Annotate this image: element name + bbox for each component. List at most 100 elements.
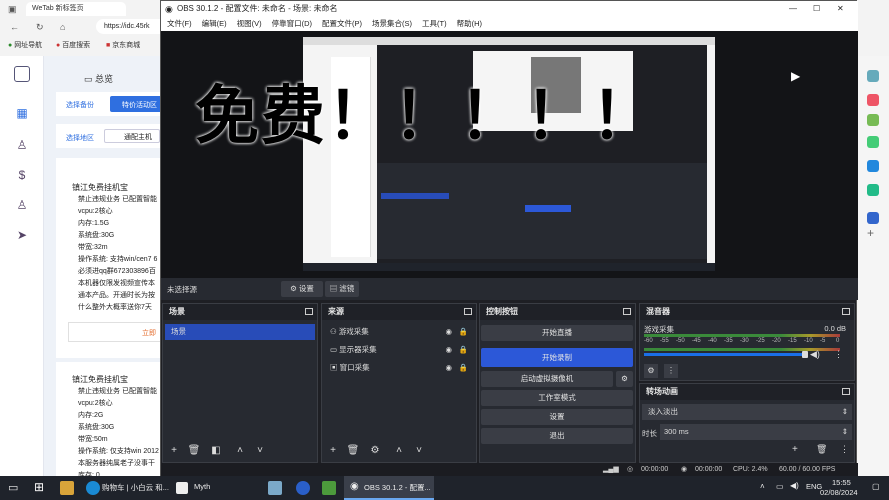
close-icon[interactable]: ✕: [837, 1, 844, 17]
remove-transition-icon[interactable]: 🗑: [816, 444, 827, 455]
clock-time[interactable]: 15:55: [832, 478, 851, 487]
visibility-eye-icon[interactable]: ◉: [445, 342, 452, 358]
move-up-icon[interactable]: ˄: [392, 444, 406, 458]
back-icon[interactable]: ←: [10, 22, 19, 32]
visibility-eye-icon[interactable]: ◉: [445, 360, 452, 376]
visibility-eye-icon[interactable]: ◉: [445, 324, 452, 340]
add-icon[interactable]: +: [867, 226, 874, 240]
add-transition-icon[interactable]: +: [792, 444, 798, 455]
tray-chevron-icon[interactable]: ˄: [760, 482, 765, 491]
network-icon[interactable]: ▭: [776, 482, 784, 491]
user-icon[interactable]: ♙: [14, 138, 30, 154]
user-add-icon[interactable]: ♙: [14, 198, 30, 214]
obs-preview[interactable]: 免费！！！！！ ▶: [161, 31, 858, 278]
menu-profile[interactable]: 配置文件(P): [322, 19, 362, 28]
panel-icon[interactable]: [867, 184, 879, 196]
clock-date[interactable]: 02/08/2024: [820, 488, 858, 497]
menu-view[interactable]: 视图(V): [237, 19, 262, 28]
volume-icon[interactable]: ◀): [790, 481, 799, 490]
exit-button[interactable]: 退出: [481, 428, 633, 444]
move-up-icon[interactable]: ˄: [233, 444, 247, 458]
virtual-camera-button[interactable]: 启动虚拟摄像机: [481, 371, 613, 387]
home-icon[interactable]: ⌂: [60, 22, 65, 32]
menu-edit[interactable]: 编辑(E): [202, 19, 227, 28]
speaker-icon[interactable]: ◀): [810, 349, 820, 360]
minimize-icon[interactable]: —: [789, 1, 797, 17]
volume-slider[interactable]: [644, 353, 806, 356]
coin-icon[interactable]: $: [14, 168, 30, 184]
menu-help[interactable]: 帮助(H): [457, 19, 482, 28]
send-icon[interactable]: ➤: [14, 228, 30, 244]
card-spec-line: 内存:2G: [78, 412, 104, 419]
myth-app-icon[interactable]: [176, 482, 188, 494]
remove-source-icon[interactable]: 🗑: [346, 444, 360, 458]
source-properties-icon[interactable]: ⚙: [368, 444, 382, 458]
app-icon[interactable]: [296, 481, 310, 495]
transition-select[interactable]: 淡入淡出 ⇕: [642, 404, 852, 420]
lock-icon[interactable]: 🔒: [459, 324, 468, 340]
scene-filters-icon[interactable]: ◧: [209, 444, 223, 458]
panel-icon[interactable]: [867, 114, 879, 126]
app-icon[interactable]: [268, 481, 282, 495]
lock-icon[interactable]: 🔒: [459, 342, 468, 358]
source-item[interactable]: ▣ 窗口采集 ◉ 🔒: [324, 360, 474, 376]
menu-docks[interactable]: 停靠窗口(D): [272, 19, 312, 28]
bookmark-nav[interactable]: ● 网址导航: [8, 40, 42, 50]
mixer-dock: 混音器 游戏采集 0.0 dB -60 -55 -50 -45 -40 -35 -30 -25…: [639, 303, 855, 381]
menu-scene-collection[interactable]: 场景集合(S): [372, 19, 412, 28]
obs-window: ◉ OBS 30.1.2 - 配置文件: 未命名 - 场景: 未命名 — ☐ ✕…: [160, 0, 858, 477]
tab-backup[interactable]: 选择备份: [66, 100, 94, 110]
panel-icon[interactable]: [867, 212, 879, 224]
source-settings-button[interactable]: ⚙ 设置: [281, 281, 323, 297]
undock-icon[interactable]: [464, 308, 472, 315]
studio-mode-button[interactable]: 工作室模式: [481, 390, 633, 406]
start-streaming-button[interactable]: 开始直播: [481, 325, 633, 341]
panel-icon[interactable]: [867, 136, 879, 148]
taskbar-item-browser[interactable]: 购物车 | 小白云 和...: [102, 482, 169, 493]
task-view-icon[interactable]: ▭: [8, 481, 18, 494]
stepper-icon[interactable]: ⇕: [842, 424, 848, 440]
menu-tools[interactable]: 工具(T): [422, 19, 447, 28]
more-menu-icon[interactable]: ⋮: [834, 349, 843, 360]
scene-item[interactable]: 场景: [165, 324, 315, 340]
undock-icon[interactable]: [842, 388, 850, 395]
filters-button[interactable]: ▤ 滤镜: [325, 281, 359, 297]
browser-tab[interactable]: WeTab 新标签页: [26, 2, 126, 16]
lock-icon[interactable]: 🔒: [459, 360, 468, 376]
panel-icon[interactable]: [867, 94, 879, 106]
edge-icon[interactable]: [86, 481, 100, 495]
settings-button[interactable]: 设置: [481, 409, 633, 425]
duration-input[interactable]: 300 ms ⇕: [660, 424, 852, 440]
undock-icon[interactable]: [623, 308, 631, 315]
taskbar-item-myth[interactable]: Myth: [194, 482, 210, 491]
transition-menu-icon[interactable]: ⋮: [840, 444, 849, 455]
start-recording-button[interactable]: 开始录制: [481, 348, 633, 367]
virtual-camera-settings-button[interactable]: ⚙: [616, 371, 633, 387]
app-icon[interactable]: [322, 481, 336, 495]
add-source-icon[interactable]: +: [326, 444, 340, 458]
start-windows-icon[interactable]: ⊞: [34, 480, 44, 494]
mixer-menu-icon[interactable]: ⋮: [664, 364, 678, 378]
source-item[interactable]: ▭ 显示器采集 ◉ 🔒: [324, 342, 474, 358]
add-scene-icon[interactable]: +: [167, 444, 181, 458]
file-explorer-icon[interactable]: [60, 481, 74, 495]
browser-profile-icon[interactable]: ▣: [8, 4, 17, 15]
undock-icon[interactable]: [842, 308, 850, 315]
bookmark-baidu[interactable]: ● 百度搜索: [56, 40, 90, 50]
panel-icon[interactable]: [867, 160, 879, 172]
move-down-icon[interactable]: ˅: [412, 444, 426, 458]
notification-icon[interactable]: ▢: [872, 482, 880, 491]
volume-slider-handle[interactable]: [802, 351, 808, 358]
refresh-icon[interactable]: ↻: [36, 22, 44, 33]
grid-icon[interactable]: ▦: [14, 106, 30, 122]
menu-file[interactable]: 文件(F): [167, 19, 192, 28]
maximize-icon[interactable]: ☐: [813, 1, 820, 17]
source-item[interactable]: ⚇ 游戏采集 ◉ 🔒: [324, 324, 474, 340]
undock-icon[interactable]: [305, 308, 313, 315]
meter-tick-label: -60: [644, 338, 653, 344]
bookmark-jd[interactable]: ■ 京东商城: [106, 40, 140, 50]
move-down-icon[interactable]: ˅: [253, 444, 267, 458]
panel-icon[interactable]: [867, 70, 879, 82]
mixer-settings-icon[interactable]: ⚙: [644, 364, 658, 378]
remove-scene-icon[interactable]: 🗑: [187, 444, 201, 458]
